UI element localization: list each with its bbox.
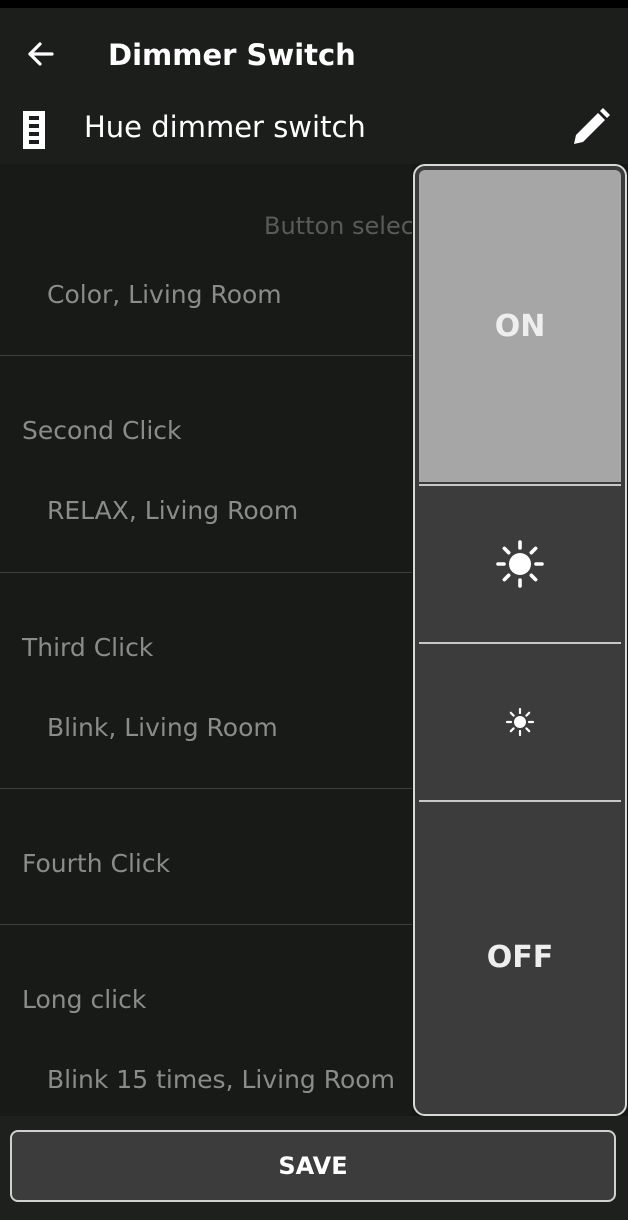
status-bar [0,0,628,8]
remote-brightness-up-button[interactable] [419,484,621,642]
long-click-title: Long click [22,985,147,1014]
first-click-action[interactable]: Color, Living Room [47,280,282,309]
section-long-click: Long click Blink 15 times, Living Room [0,925,412,1116]
device-name: Hue dimmer switch [84,110,366,144]
fourth-click-title: Fourth Click [22,849,171,878]
long-click-action[interactable]: Blink 15 times, Living Room [47,1065,395,1094]
remote-on-button[interactable]: ON [419,170,621,482]
save-button[interactable]: SAVE [10,1130,616,1202]
section-fourth-click: Fourth Click [0,789,412,925]
brightness-down-icon [505,707,535,737]
edit-pencil-icon[interactable] [568,106,612,150]
third-click-action[interactable]: Blink, Living Room [47,713,278,742]
section-first-click: Button selec Color, Living Room [0,164,412,356]
off-label: OFF [486,939,554,975]
device-header: Hue dimmer switch [0,92,628,164]
footer-bar: SAVE [0,1116,628,1220]
save-label: SAVE [278,1152,348,1180]
section-third-click: Third Click Blink, Living Room [0,573,412,789]
app-bar: Dimmer Switch [0,8,628,92]
remote-brightness-down-button[interactable] [419,642,621,800]
remote-off-button[interactable]: OFF [419,800,621,1112]
on-label: ON [494,308,546,344]
second-click-action[interactable]: RELAX, Living Room [47,496,298,525]
section-second-click: Second Click RELAX, Living Room [0,356,412,573]
third-click-title: Third Click [22,633,154,662]
second-click-title: Second Click [22,416,182,445]
button-select-hint: Button selec [264,212,412,240]
button-action-list: Button selec Color, Living Room Second C… [0,164,412,1116]
dimmer-switch-icon [23,111,45,149]
back-arrow-icon[interactable] [20,34,60,74]
page-title: Dimmer Switch [108,38,356,72]
dimmer-remote: ON OFF [413,164,627,1116]
brightness-up-icon [496,540,544,588]
